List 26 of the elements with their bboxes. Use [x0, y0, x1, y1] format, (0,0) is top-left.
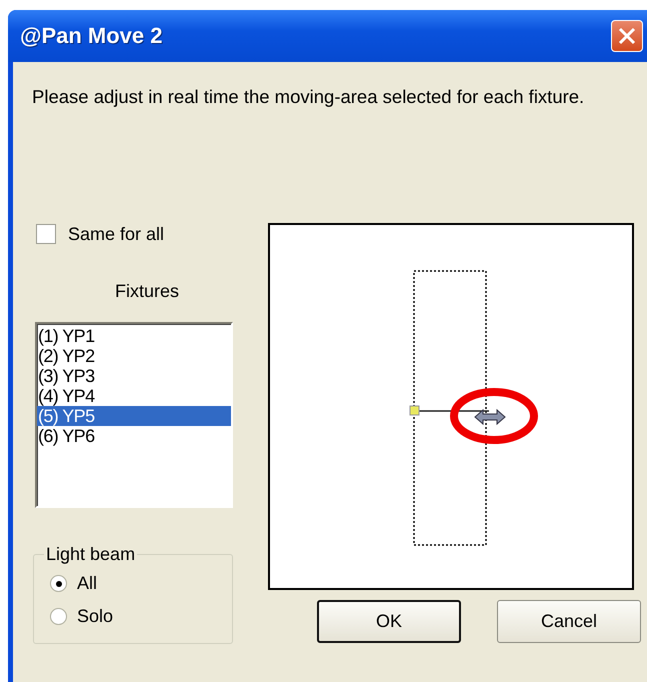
- moving-area-rectangle[interactable]: [413, 270, 487, 546]
- fixture-item[interactable]: (3) YP3: [37, 366, 231, 386]
- fixture-item[interactable]: (4) YP4: [37, 386, 231, 406]
- window-title: @Pan Move 2: [20, 23, 162, 49]
- fixture-item[interactable]: (5) YP5: [37, 406, 231, 426]
- close-icon: [617, 26, 637, 46]
- cancel-button[interactable]: Cancel: [497, 600, 641, 643]
- same-for-all-checkbox[interactable]: [36, 224, 56, 244]
- instruction-text: Please adjust in real time the moving-area selected for each fixture.: [32, 86, 586, 108]
- radio-label: All: [77, 573, 98, 594]
- ok-button[interactable]: OK: [317, 600, 461, 643]
- fixtures-listbox[interactable]: (1) YP1 (2) YP2 (3) YP3 (4) YP4 (5) YP5 (6) YP6: [35, 322, 233, 508]
- group-title: Light beam: [45, 544, 136, 565]
- position-handle[interactable]: [410, 406, 420, 416]
- close-button[interactable]: [611, 20, 643, 52]
- resize-cursor-icon: [474, 408, 506, 426]
- fixture-item[interactable]: (6) YP6: [37, 426, 231, 446]
- fixtures-label: Fixtures: [114, 281, 179, 302]
- radio-button[interactable]: [50, 575, 67, 592]
- leader-line: [419, 410, 489, 412]
- preview-canvas[interactable]: [268, 223, 634, 590]
- checkbox-label: Same for all: [68, 224, 164, 244]
- fixture-item[interactable]: (2) YP2: [37, 346, 231, 366]
- radio-button[interactable]: [50, 608, 67, 625]
- fixture-item[interactable]: (1) YP1: [37, 326, 231, 346]
- radio-label: Solo: [77, 606, 114, 627]
